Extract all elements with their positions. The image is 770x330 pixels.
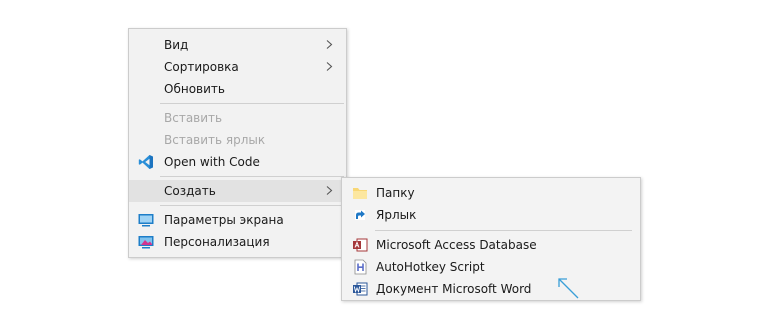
submenu-item-label: Microsoft Access Database bbox=[376, 238, 537, 252]
submenu-item-label: Папку bbox=[376, 186, 415, 200]
submenu-item-access-database[interactable]: Microsoft Access Database bbox=[342, 234, 640, 256]
access-icon bbox=[353, 238, 368, 252]
menu-item-label: Вид bbox=[164, 38, 189, 52]
folder-icon bbox=[353, 188, 367, 199]
autohotkey-icon bbox=[354, 259, 367, 275]
menu-item-refresh[interactable]: Обновить bbox=[129, 78, 346, 100]
submenu-item-label: Документ Microsoft Word bbox=[376, 282, 532, 296]
menu-separator bbox=[160, 176, 344, 177]
menu-item-label: Вставить bbox=[164, 111, 223, 125]
chevron-right-icon bbox=[326, 62, 333, 71]
menu-item-open-with-code[interactable]: Open with Code bbox=[129, 151, 346, 173]
vscode-icon bbox=[138, 155, 153, 169]
menu-item-create[interactable]: Создать bbox=[129, 180, 346, 202]
menu-item-label: Создать bbox=[164, 184, 216, 198]
chevron-right-icon bbox=[326, 40, 333, 49]
chevron-right-icon bbox=[326, 186, 333, 195]
personalization-icon bbox=[138, 236, 154, 249]
submenu-item-label: Ярлык bbox=[376, 208, 417, 222]
desktop-context-menu: Вид Сортировка Обновить Вставить Вставит… bbox=[128, 28, 347, 258]
menu-item-sort[interactable]: Сортировка bbox=[129, 56, 346, 78]
menu-item-paste[interactable]: Вставить bbox=[129, 107, 346, 129]
menu-item-label: Вставить ярлык bbox=[164, 133, 266, 147]
submenu-item-folder[interactable]: Папку bbox=[342, 182, 640, 204]
menu-item-label: Параметры экрана bbox=[164, 213, 284, 227]
menu-separator bbox=[160, 205, 344, 206]
create-submenu: Папку Ярлык Microsoft Access Database Au… bbox=[341, 177, 641, 301]
menu-item-label: Open with Code bbox=[164, 155, 260, 169]
submenu-item-shortcut[interactable]: Ярлык bbox=[342, 204, 640, 226]
menu-item-display-settings[interactable]: Параметры экрана bbox=[129, 209, 346, 231]
menu-separator bbox=[160, 103, 344, 104]
annotation-arrow-icon bbox=[558, 278, 579, 299]
submenu-item-word-document[interactable]: Документ Microsoft Word bbox=[342, 278, 640, 300]
menu-item-personalization[interactable]: Персонализация bbox=[129, 231, 346, 253]
shortcut-icon bbox=[355, 210, 365, 220]
menu-separator bbox=[375, 230, 632, 231]
word-icon bbox=[353, 282, 368, 296]
display-settings-icon bbox=[138, 214, 154, 227]
submenu-item-autohotkey-script[interactable]: AutoHotkey Script bbox=[342, 256, 640, 278]
submenu-item-label: AutoHotkey Script bbox=[376, 260, 485, 274]
menu-item-label: Персонализация bbox=[164, 235, 270, 249]
menu-item-paste-shortcut[interactable]: Вставить ярлык bbox=[129, 129, 346, 151]
desktop: Вид Сортировка Обновить Вставить Вставит… bbox=[0, 0, 770, 330]
menu-item-view[interactable]: Вид bbox=[129, 34, 346, 56]
menu-item-label: Сортировка bbox=[164, 60, 239, 74]
menu-item-label: Обновить bbox=[164, 82, 225, 96]
